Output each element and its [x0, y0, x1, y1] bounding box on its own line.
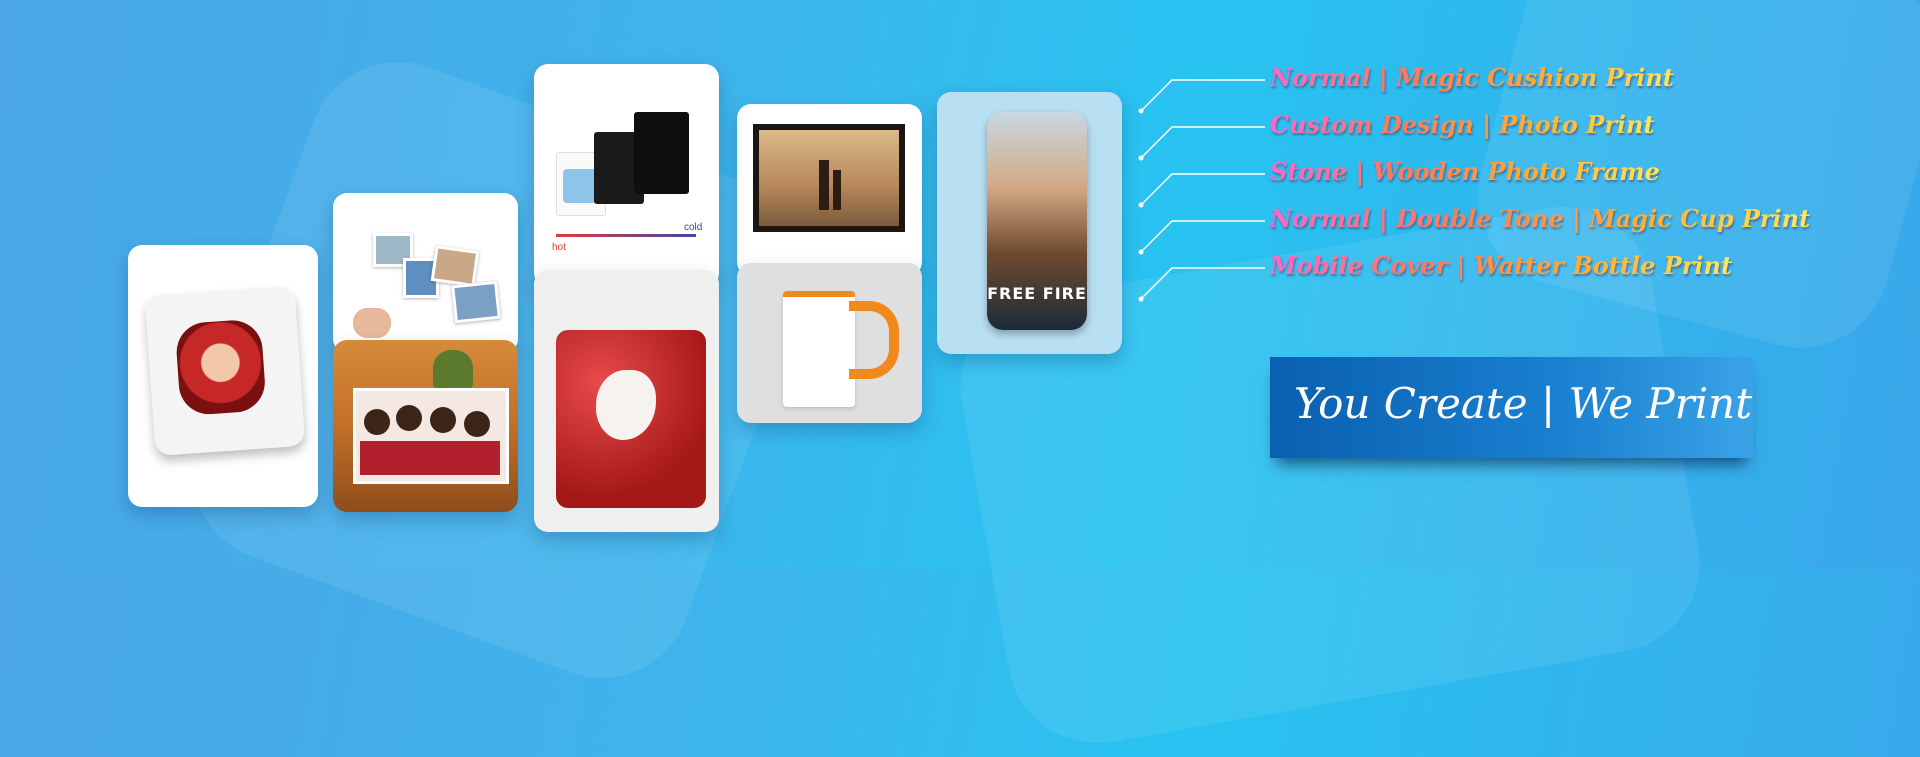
- feature-text-photo-frame: Stone | Wooden Photo Frame: [1270, 157, 1660, 186]
- feature-text-cushion: Normal | Magic Cushion Print: [1270, 63, 1674, 92]
- cta-banner[interactable]: You Create | We Print: [1270, 357, 1753, 458]
- feature-text-mobile-cover: Mobile Cover | Watter Bottle Print: [1270, 251, 1733, 280]
- cta-text: You Create | We Print: [1294, 379, 1753, 428]
- feature-text-photo-print: Custom Design | Photo Print: [1270, 110, 1655, 139]
- feature-text-magic-cup: Normal | Double Tone | Magic Cup Print: [1270, 204, 1811, 233]
